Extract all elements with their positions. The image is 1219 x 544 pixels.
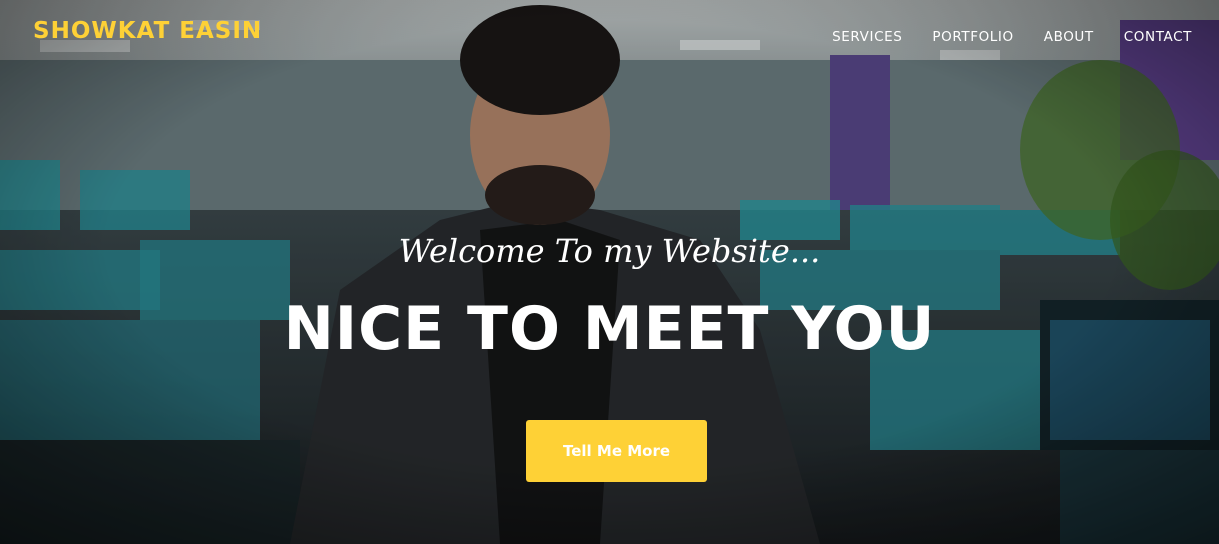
- tell-me-more-button[interactable]: Tell Me More: [526, 420, 707, 482]
- nav-link-portfolio[interactable]: PORTFOLIO: [932, 29, 1013, 45]
- nav-link-services[interactable]: SERVICES: [832, 29, 902, 45]
- nav-link-contact[interactable]: CONTACT: [1124, 29, 1192, 45]
- hero-subheading: Welcome To my Website...: [398, 232, 821, 270]
- hero-heading: NICE TO MEET YOU: [283, 294, 936, 364]
- hero-section: SHOWKAT EASIN SERVICES PORTFOLIO ABOUT C…: [0, 0, 1219, 544]
- brand-logo[interactable]: SHOWKAT EASIN: [33, 18, 262, 44]
- main-nav: SERVICES PORTFOLIO ABOUT CONTACT: [802, 29, 1192, 45]
- nav-link-about[interactable]: ABOUT: [1044, 29, 1094, 45]
